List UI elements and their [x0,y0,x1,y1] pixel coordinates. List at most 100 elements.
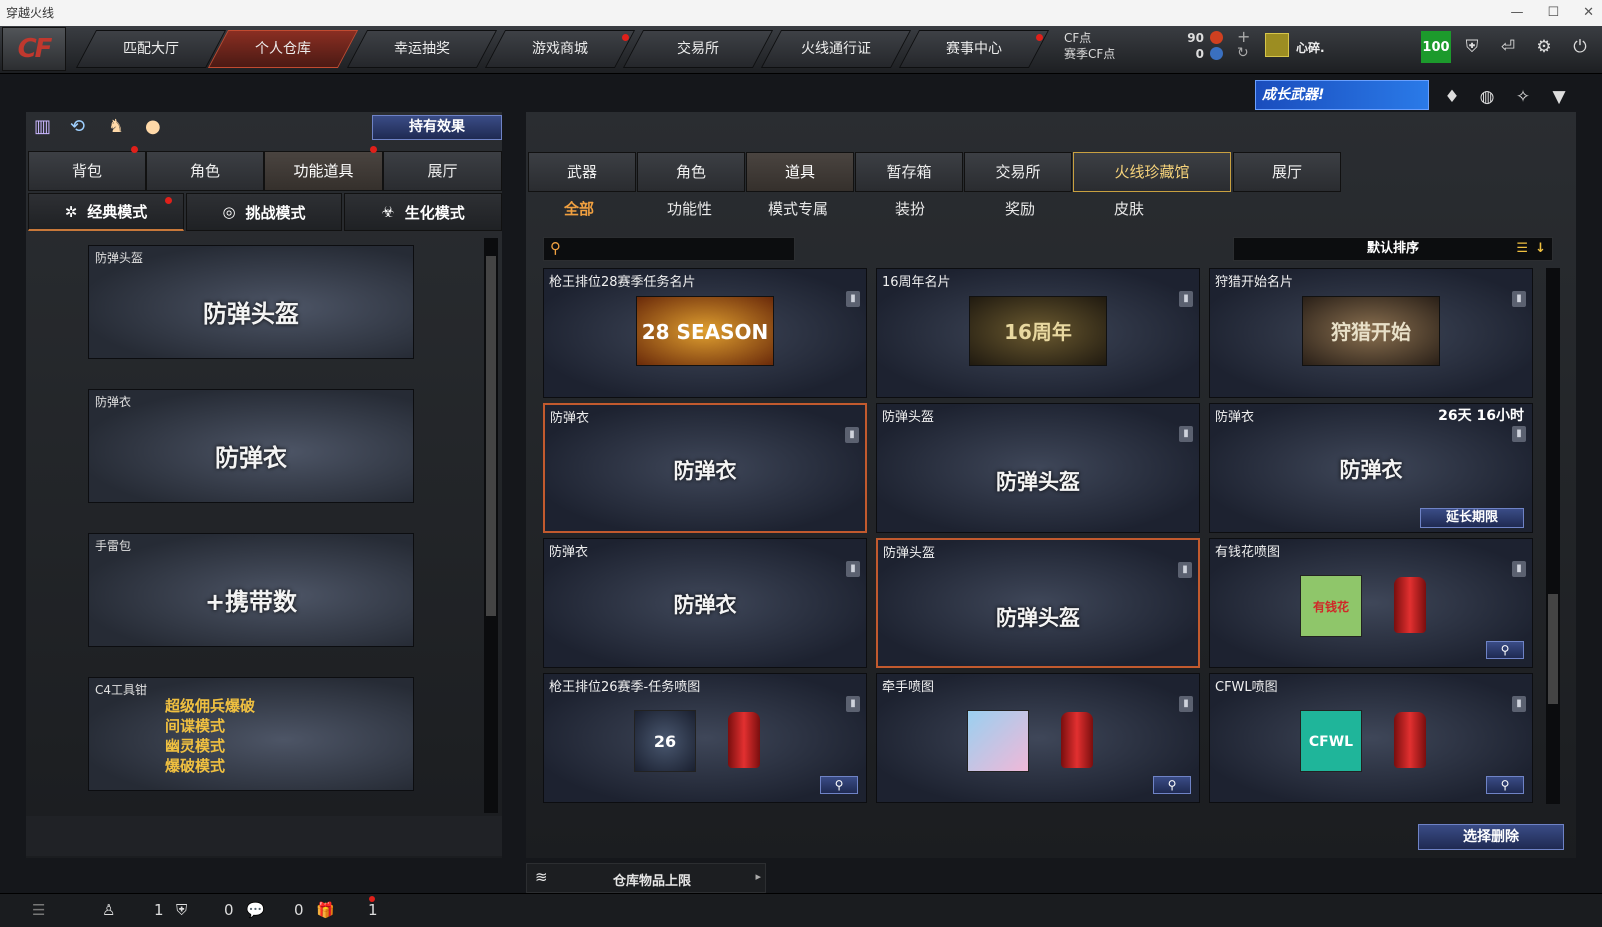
season-cf-points-value: 0 [1195,47,1204,61]
trash-icon[interactable]: ▮ [1512,561,1526,577]
gift-icon[interactable]: ✧ [1508,82,1538,112]
badge-icon[interactable]: ♦ [1437,82,1467,112]
tab-collection-hall[interactable]: 火线珍藏馆 [1073,152,1231,192]
globe-icon[interactable]: ◍ [1472,82,1502,112]
item-card[interactable]: 16周年名片 ▮ 16周年 [876,268,1200,398]
subtab-rewards[interactable]: 奖励 [1005,198,1035,219]
left-item-c4-tool[interactable]: C4工具钳 超级佣兵爆破 间谍模式 幽灵模式 爆破模式 [88,677,414,791]
left-item-vest[interactable]: 防弹衣 防弹衣 [88,389,414,503]
stats-icon[interactable]: ▥ [34,116,51,137]
nav-tab-warehouse[interactable]: 个人仓库 [207,30,359,68]
item-card[interactable]: CFWL喷图 ▮ CFWL ⚲ [1209,673,1533,803]
subtab-mode-exclusive[interactable]: 模式专属 [768,198,828,219]
select-delete-button[interactable]: 选择删除 [1418,824,1564,850]
trash-icon[interactable]: ▮ [1178,562,1192,578]
sort-dropdown[interactable]: 默认排序 ☰ ↓ [1233,237,1553,261]
gear-icon[interactable]: ⚙ [1529,32,1559,62]
item-card[interactable]: 防弹衣 ▮ 防弹衣 [543,538,867,668]
storage-limit-bar[interactable]: ≋ 仓库物品上限 ▸ [526,863,766,893]
tab-character[interactable]: 角色 [146,151,264,191]
left-scrollbar[interactable] [484,238,498,813]
trash-icon[interactable]: ▮ [1179,291,1193,307]
item-card[interactable]: 狩猎开始名片 ▮ 狩猎开始 [1209,268,1533,398]
mode-challenge[interactable]: ◎ 挑战模式 [186,193,342,231]
nav-tab-exchange[interactable]: 交易所 [622,30,774,68]
trash-icon[interactable]: ▮ [1179,696,1193,712]
shield-icon[interactable]: ⛨ [1457,32,1487,62]
item-card[interactable]: 防弹头盔 ▮ 防弹头盔 [876,403,1200,533]
trash-icon[interactable]: ▮ [846,561,860,577]
nav-tab-match-lobby[interactable]: 匹配大厅 [75,30,227,68]
list-icon[interactable]: ☰ [1516,238,1528,260]
extend-duration-button[interactable]: 延长期限 [1420,508,1524,528]
tab-exchange[interactable]: 交易所 [964,152,1072,192]
item-card[interactable]: 有钱花喷图 ▮ 有钱花 ⚲ [1209,538,1533,668]
trash-icon[interactable]: ▮ [1179,426,1193,442]
sort-arrow-icon[interactable]: ↓ [1535,238,1546,260]
right-scrollbar[interactable] [1546,268,1560,804]
trash-icon[interactable]: ▮ [845,427,859,443]
tab-function-items[interactable]: 功能道具 [264,151,383,191]
item-card[interactable]: 枪王排位26赛季-任务喷图 ▮ 26 ⚲ [543,673,867,803]
subtab-outfit[interactable]: 装扮 [895,198,925,219]
menu-icon[interactable]: ☰ [32,901,45,919]
grenade-icon[interactable]: ● [145,116,161,137]
nav-tab-events[interactable]: 赛事中心 [898,30,1050,68]
add-currency-icon[interactable]: + [1237,27,1250,46]
nav-tab-battle-pass[interactable]: 火线通行证 [760,30,912,68]
nav-tab-shop[interactable]: 游戏商城 [484,30,636,68]
item-card-selected[interactable]: 防弹衣 ▮ 防弹衣 [543,403,867,533]
chat-icon[interactable]: 💬 [246,901,265,919]
preview-button[interactable]: ⚲ [820,776,858,794]
refresh-icon[interactable]: ↻ [1237,45,1249,61]
vip-icon[interactable]: ▼ [1544,82,1574,112]
subtab-functional[interactable]: 功能性 [667,198,712,219]
spray-image: 26 [634,710,696,772]
growth-weapon-banner[interactable]: 成长武器! [1255,80,1429,110]
preview-button[interactable]: ⚲ [1486,641,1524,659]
left-item-helmet[interactable]: 防弹头盔 防弹头盔 [88,245,414,359]
subtab-all[interactable]: 全部 [564,198,594,219]
power-icon[interactable]: ⏻ [1565,32,1595,62]
minimize-button[interactable]: — [1510,0,1523,26]
trash-icon[interactable]: ▮ [846,696,860,712]
history-icon[interactable]: ⟲ [70,116,85,137]
trash-icon[interactable]: ▮ [1512,426,1526,442]
return-icon[interactable]: ⏎ [1493,32,1523,62]
nav-tab-lottery[interactable]: 幸运抽奖 [346,30,498,68]
item-card-selected[interactable]: 防弹头盔 ▮ 防弹头盔 [876,538,1200,668]
close-button[interactable]: ✕ [1583,0,1594,26]
mode-zombie[interactable]: ☣ 生化模式 [344,193,502,231]
window-title: 穿越火线 [6,6,55,20]
spray-image: 有钱花 [1300,575,1362,637]
search-input[interactable]: ⚲ [543,237,795,261]
tab-backpack[interactable]: 背包 [28,151,146,191]
hold-effect-button[interactable]: 持有效果 [372,115,502,140]
tab-props[interactable]: 道具 [746,152,854,192]
tab-storage-box[interactable]: 暂存箱 [855,152,963,192]
zombie-mode-icon: ☣ [381,203,395,221]
friends-icon[interactable]: ♙ [102,901,115,919]
preview-button[interactable]: ⚲ [1486,776,1524,794]
left-item-grenade-pack[interactable]: 手雷包 +携带数 [88,533,414,647]
tab-showroom-right[interactable]: 展厅 [1233,152,1341,192]
tab-weapons[interactable]: 武器 [528,152,636,192]
gift-box-icon[interactable]: 🎁 [316,901,335,919]
preview-button[interactable]: ⚲ [1153,776,1191,794]
rank-badge-icon [1265,33,1289,57]
subtab-skins[interactable]: 皮肤 [1114,198,1144,219]
maximize-button[interactable]: ☐ [1547,0,1559,26]
item-card[interactable]: 牵手喷图 ▮ ⚲ [876,673,1200,803]
clan-icon[interactable]: ⛨ [176,901,187,919]
cf-logo[interactable]: CF [2,27,66,71]
mode-classic[interactable]: ✲ 经典模式 [28,193,184,231]
tab-showroom[interactable]: 展厅 [383,151,502,191]
item-card[interactable]: 枪王排位28赛季任务名片 ▮ 28 SEASON [543,268,867,398]
tab-characters[interactable]: 角色 [637,152,745,192]
arrow-right-icon[interactable]: ▸ [755,870,761,883]
item-card[interactable]: 防弹衣 26天 16小时 ▮ 防弹衣 延长期限 [1209,403,1533,533]
trash-icon[interactable]: ▮ [1512,291,1526,307]
character-icon[interactable]: ♞ [108,116,124,137]
trash-icon[interactable]: ▮ [846,291,860,307]
trash-icon[interactable]: ▮ [1512,696,1526,712]
